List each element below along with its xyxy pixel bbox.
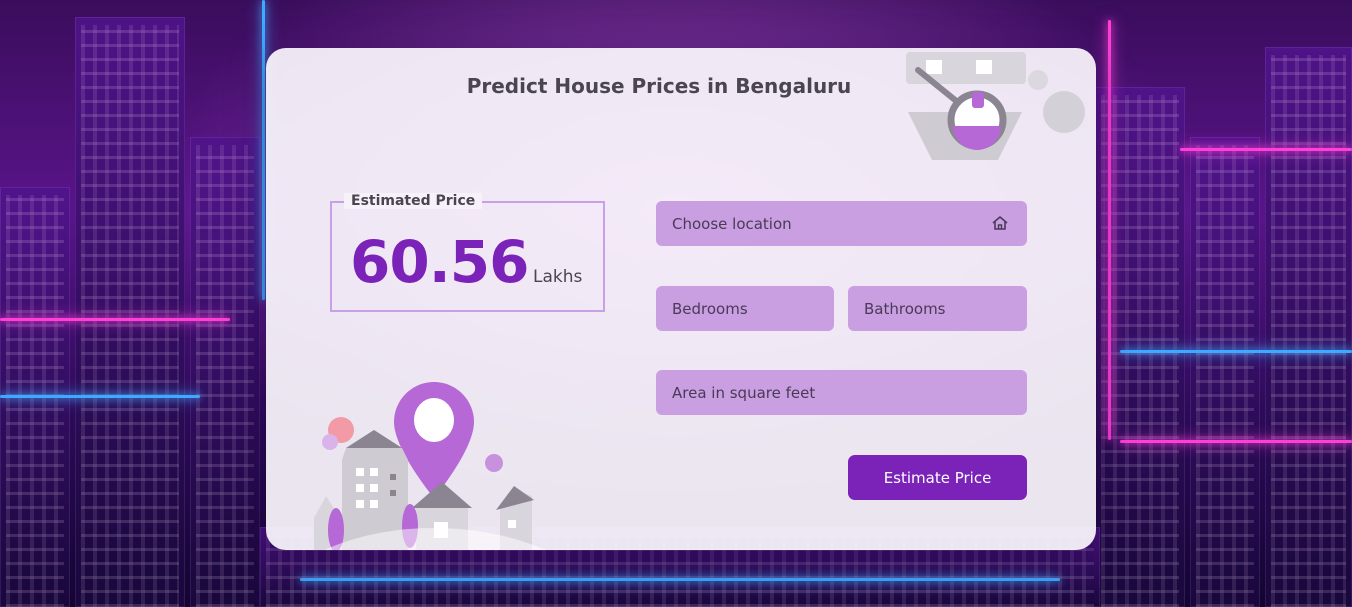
location-select[interactable]: Choose location [656, 201, 1027, 246]
predictor-card: Predict House Prices in Bengaluru Estima… [266, 48, 1096, 550]
price-unit-label: Lakhs [533, 267, 583, 287]
bg-building [1265, 47, 1352, 607]
neon-line [1120, 440, 1352, 443]
estimate-price-button[interactable]: Estimate Price [848, 455, 1027, 500]
estimated-price-label: Estimated Price [344, 193, 483, 209]
estimated-price-value: 60.56 [350, 228, 529, 296]
bedrooms-input[interactable]: Bedrooms [656, 286, 834, 331]
area-input[interactable]: Area in square feet [656, 370, 1027, 415]
neon-line [262, 0, 265, 300]
bg-building [75, 17, 185, 607]
bedrooms-placeholder: Bedrooms [672, 299, 748, 318]
neon-line [1120, 350, 1352, 353]
page-title: Predict House Prices in Bengaluru [466, 74, 852, 98]
neon-line [0, 318, 230, 321]
location-placeholder: Choose location [672, 214, 792, 233]
location-pin-buildings-icon [314, 382, 546, 550]
neon-line [0, 395, 200, 398]
bg-building [1190, 137, 1260, 607]
magnifier-sink-icon [906, 52, 1085, 160]
bg-building [190, 137, 260, 607]
bathrooms-placeholder: Bathrooms [864, 299, 946, 318]
home-icon [992, 216, 1008, 230]
bathrooms-input[interactable]: Bathrooms [848, 286, 1027, 331]
area-placeholder: Area in square feet [672, 383, 816, 402]
neon-line [1180, 148, 1352, 151]
estimated-price-panel: Estimated Price 60.56 Lakhs [330, 193, 605, 312]
neon-line [300, 578, 1060, 581]
neon-line [1108, 20, 1111, 440]
